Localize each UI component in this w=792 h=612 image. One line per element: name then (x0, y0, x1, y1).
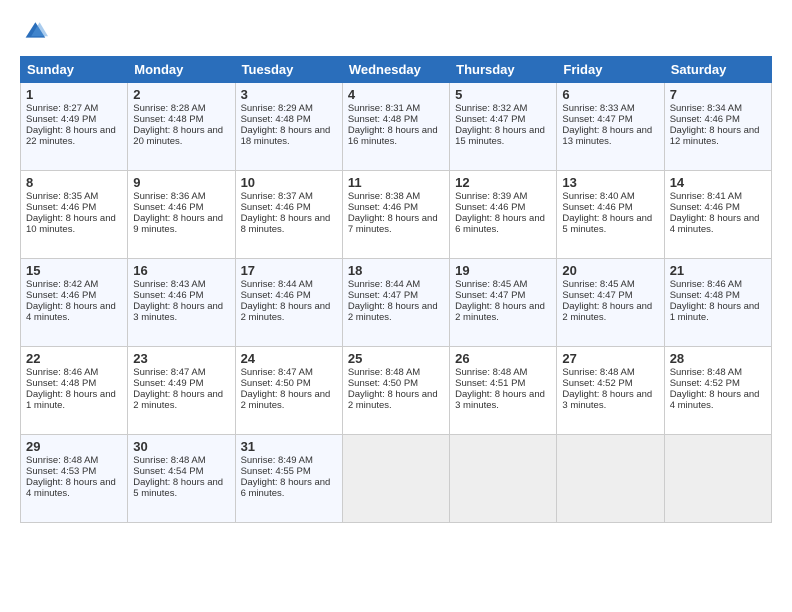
calendar-cell (450, 435, 557, 523)
day-number: 27 (562, 351, 658, 366)
calendar-cell: 8Sunrise: 8:35 AMSunset: 4:46 PMDaylight… (21, 171, 128, 259)
day-header-thursday: Thursday (450, 57, 557, 83)
calendar-cell: 7Sunrise: 8:34 AMSunset: 4:46 PMDaylight… (664, 83, 771, 171)
day-number: 8 (26, 175, 122, 190)
day-number: 22 (26, 351, 122, 366)
calendar-cell: 1Sunrise: 8:27 AMSunset: 4:49 PMDaylight… (21, 83, 128, 171)
calendar-header-row: SundayMondayTuesdayWednesdayThursdayFrid… (21, 57, 772, 83)
calendar-cell: 12Sunrise: 8:39 AMSunset: 4:46 PMDayligh… (450, 171, 557, 259)
calendar-cell: 22Sunrise: 8:46 AMSunset: 4:48 PMDayligh… (21, 347, 128, 435)
calendar-cell: 19Sunrise: 8:45 AMSunset: 4:47 PMDayligh… (450, 259, 557, 347)
calendar-cell: 25Sunrise: 8:48 AMSunset: 4:50 PMDayligh… (342, 347, 449, 435)
logo-icon (20, 18, 48, 46)
calendar-cell (664, 435, 771, 523)
day-number: 23 (133, 351, 229, 366)
day-number: 9 (133, 175, 229, 190)
calendar-cell: 18Sunrise: 8:44 AMSunset: 4:47 PMDayligh… (342, 259, 449, 347)
day-number: 14 (670, 175, 766, 190)
calendar-cell: 11Sunrise: 8:38 AMSunset: 4:46 PMDayligh… (342, 171, 449, 259)
day-number: 11 (348, 175, 444, 190)
calendar-cell: 16Sunrise: 8:43 AMSunset: 4:46 PMDayligh… (128, 259, 235, 347)
page-header (20, 18, 772, 46)
day-header-sunday: Sunday (21, 57, 128, 83)
calendar-cell: 23Sunrise: 8:47 AMSunset: 4:49 PMDayligh… (128, 347, 235, 435)
calendar-cell: 5Sunrise: 8:32 AMSunset: 4:47 PMDaylight… (450, 83, 557, 171)
day-number: 7 (670, 87, 766, 102)
day-number: 6 (562, 87, 658, 102)
day-number: 16 (133, 263, 229, 278)
day-number: 30 (133, 439, 229, 454)
calendar-body: 1Sunrise: 8:27 AMSunset: 4:49 PMDaylight… (21, 83, 772, 523)
calendar-cell: 6Sunrise: 8:33 AMSunset: 4:47 PMDaylight… (557, 83, 664, 171)
day-number: 13 (562, 175, 658, 190)
day-header-friday: Friday (557, 57, 664, 83)
day-number: 19 (455, 263, 551, 278)
day-header-monday: Monday (128, 57, 235, 83)
day-number: 4 (348, 87, 444, 102)
calendar-cell: 20Sunrise: 8:45 AMSunset: 4:47 PMDayligh… (557, 259, 664, 347)
calendar-table: SundayMondayTuesdayWednesdayThursdayFrid… (20, 56, 772, 523)
calendar-cell: 13Sunrise: 8:40 AMSunset: 4:46 PMDayligh… (557, 171, 664, 259)
calendar-cell: 21Sunrise: 8:46 AMSunset: 4:48 PMDayligh… (664, 259, 771, 347)
calendar-cell (342, 435, 449, 523)
logo (20, 18, 52, 46)
day-number: 24 (241, 351, 337, 366)
calendar-week-5: 29Sunrise: 8:48 AMSunset: 4:53 PMDayligh… (21, 435, 772, 523)
calendar-cell (557, 435, 664, 523)
day-number: 3 (241, 87, 337, 102)
calendar-cell: 9Sunrise: 8:36 AMSunset: 4:46 PMDaylight… (128, 171, 235, 259)
calendar-cell: 4Sunrise: 8:31 AMSunset: 4:48 PMDaylight… (342, 83, 449, 171)
day-number: 31 (241, 439, 337, 454)
calendar-week-1: 1Sunrise: 8:27 AMSunset: 4:49 PMDaylight… (21, 83, 772, 171)
calendar-week-4: 22Sunrise: 8:46 AMSunset: 4:48 PMDayligh… (21, 347, 772, 435)
day-number: 1 (26, 87, 122, 102)
calendar-cell: 30Sunrise: 8:48 AMSunset: 4:54 PMDayligh… (128, 435, 235, 523)
day-header-wednesday: Wednesday (342, 57, 449, 83)
day-number: 20 (562, 263, 658, 278)
calendar-cell: 28Sunrise: 8:48 AMSunset: 4:52 PMDayligh… (664, 347, 771, 435)
calendar-cell: 27Sunrise: 8:48 AMSunset: 4:52 PMDayligh… (557, 347, 664, 435)
calendar-cell: 29Sunrise: 8:48 AMSunset: 4:53 PMDayligh… (21, 435, 128, 523)
day-number: 29 (26, 439, 122, 454)
day-number: 28 (670, 351, 766, 366)
day-header-tuesday: Tuesday (235, 57, 342, 83)
day-number: 26 (455, 351, 551, 366)
day-number: 18 (348, 263, 444, 278)
calendar-week-2: 8Sunrise: 8:35 AMSunset: 4:46 PMDaylight… (21, 171, 772, 259)
day-number: 5 (455, 87, 551, 102)
calendar-cell: 17Sunrise: 8:44 AMSunset: 4:46 PMDayligh… (235, 259, 342, 347)
calendar-cell: 24Sunrise: 8:47 AMSunset: 4:50 PMDayligh… (235, 347, 342, 435)
day-number: 21 (670, 263, 766, 278)
day-number: 12 (455, 175, 551, 190)
calendar-cell: 31Sunrise: 8:49 AMSunset: 4:55 PMDayligh… (235, 435, 342, 523)
calendar-week-3: 15Sunrise: 8:42 AMSunset: 4:46 PMDayligh… (21, 259, 772, 347)
calendar-cell: 3Sunrise: 8:29 AMSunset: 4:48 PMDaylight… (235, 83, 342, 171)
calendar-cell: 15Sunrise: 8:42 AMSunset: 4:46 PMDayligh… (21, 259, 128, 347)
calendar-cell: 2Sunrise: 8:28 AMSunset: 4:48 PMDaylight… (128, 83, 235, 171)
calendar-cell: 10Sunrise: 8:37 AMSunset: 4:46 PMDayligh… (235, 171, 342, 259)
day-number: 17 (241, 263, 337, 278)
day-number: 15 (26, 263, 122, 278)
day-number: 25 (348, 351, 444, 366)
day-header-saturday: Saturday (664, 57, 771, 83)
day-number: 10 (241, 175, 337, 190)
calendar-cell: 26Sunrise: 8:48 AMSunset: 4:51 PMDayligh… (450, 347, 557, 435)
day-number: 2 (133, 87, 229, 102)
calendar-cell: 14Sunrise: 8:41 AMSunset: 4:46 PMDayligh… (664, 171, 771, 259)
